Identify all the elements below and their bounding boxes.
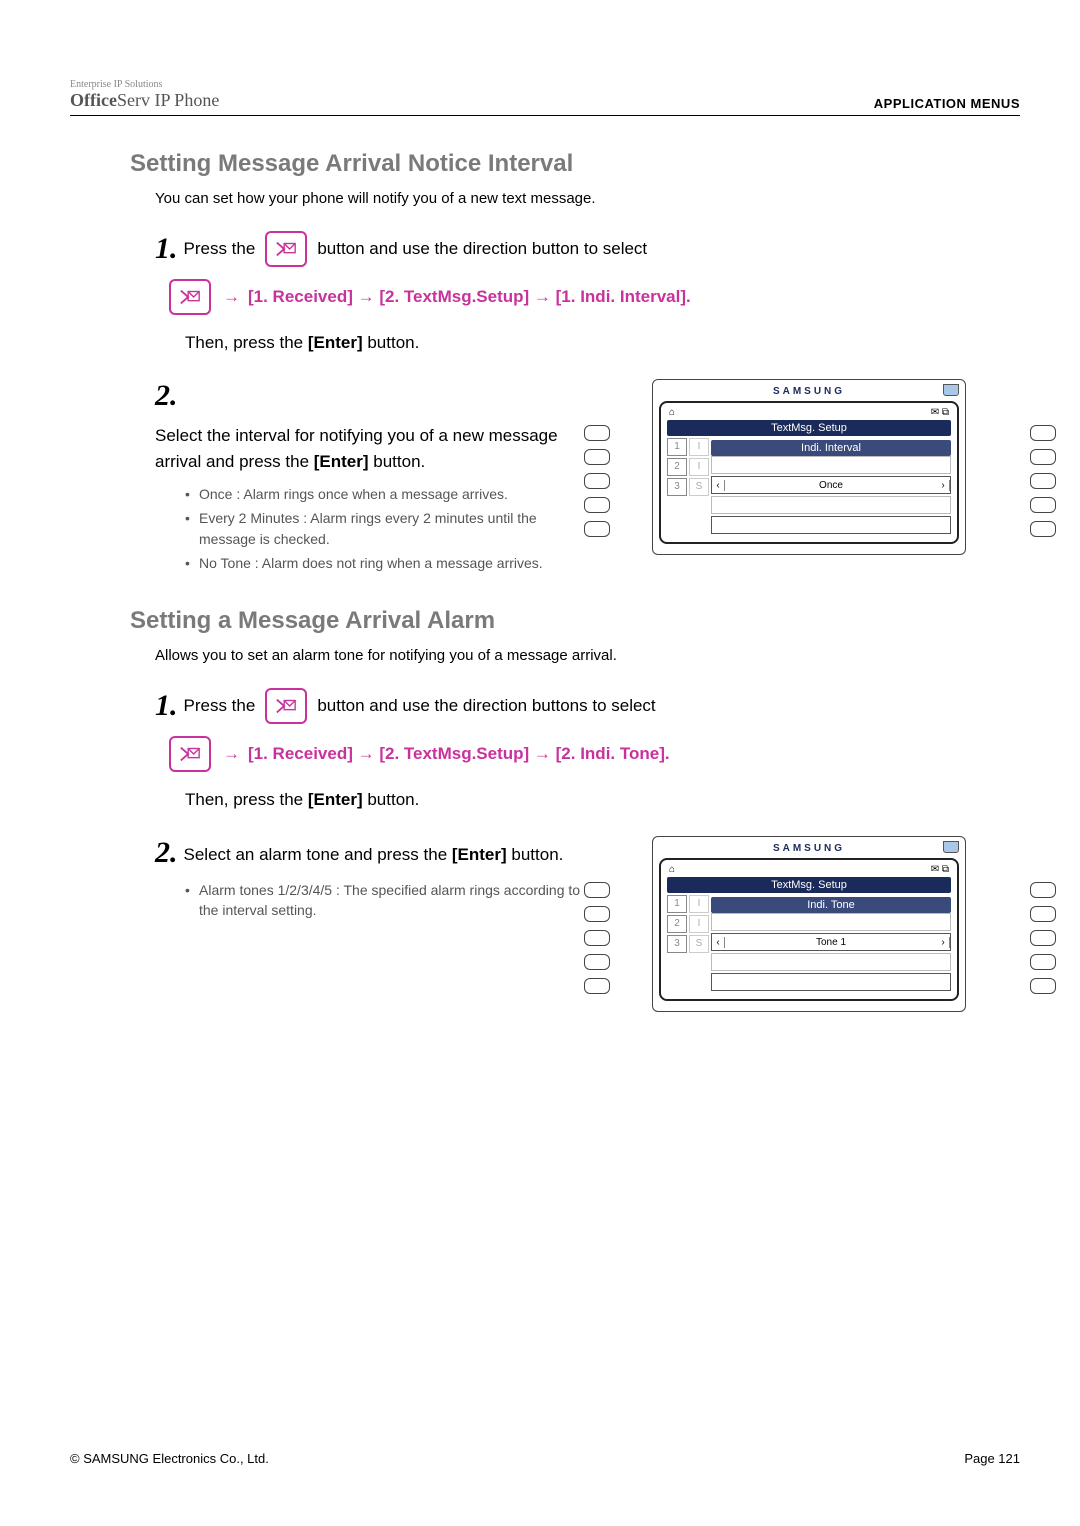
nav-path-text: [1. Received] → [2. TextMsg.Setup] → [1.… (248, 287, 691, 307)
bullet: No Tone : Alarm does not ring when a mes… (185, 553, 588, 573)
section2-step1: 1. Press the button and use the directio… (155, 688, 980, 724)
spinner-right-icon: › (937, 937, 950, 948)
screen-subtitle: Indi. Tone (711, 897, 951, 913)
message-button-icon (169, 736, 211, 772)
section1-title: Setting Message Arrival Notice Interval (130, 150, 1020, 178)
enter-label: [Enter] (308, 790, 363, 809)
spinner-left-icon: ‹ (712, 937, 725, 948)
section1-nav-path: → [1. Received] → [2. TextMsg.Setup] → [… (165, 279, 1020, 315)
step1-text-a: Press the (184, 696, 256, 716)
menu-num: 1 (667, 895, 687, 913)
menu-lab: S (689, 935, 709, 953)
menu-num: 1 (667, 438, 687, 456)
message-button-icon (265, 231, 307, 267)
brand-tiny: Enterprise IP Solutions (70, 80, 219, 90)
screen-title: TextMsg. Setup (667, 420, 951, 436)
section1-step2: 2. Select the interval for notifying you… (155, 379, 588, 577)
screen-subtitle: Indi. Interval (711, 440, 951, 456)
then-a: Then, press the (185, 333, 308, 352)
section1-intro: You can set how your phone will notify y… (155, 190, 1020, 207)
home-icon: ⌂ (669, 407, 675, 418)
spinner-left-icon: ‹ (712, 480, 725, 491)
header-section: APPLICATION MENUS (874, 96, 1020, 111)
selected-value: Once (725, 480, 937, 491)
enter-label: [Enter] (452, 845, 507, 864)
step-number-1: 1. (155, 689, 178, 723)
brand-rest: Serv (117, 90, 150, 110)
brand-bold: Office (70, 90, 117, 110)
step2-c: button. (507, 845, 564, 864)
section2-title: Setting a Message Arrival Alarm (130, 607, 1020, 635)
section1-step1: 1. Press the button and use the directio… (155, 231, 980, 267)
device-brand: SAMSUNG (659, 843, 959, 854)
mail-icons: ✉ ⧉ (931, 864, 949, 875)
device-brand: SAMSUNG (659, 386, 959, 397)
brand: Enterprise IP Solutions OfficeServ IP Ph… (70, 80, 219, 111)
enter-label: [Enter] (314, 452, 369, 471)
device-nub (943, 384, 959, 396)
menu-num: 3 (667, 478, 687, 496)
page-footer: © SAMSUNG Electronics Co., Ltd. Page 121 (70, 1451, 1020, 1466)
screen-title: TextMsg. Setup (667, 877, 951, 893)
section2-step2: 2. Select an alarm tone and press the [E… (155, 836, 588, 925)
menu-num: 3 (667, 935, 687, 953)
step-number-2: 2. (155, 379, 178, 413)
copyright: © SAMSUNG Electronics Co., Ltd. (70, 1451, 269, 1466)
menu-lab: I (689, 458, 709, 476)
bullet: Every 2 Minutes : Alarm rings every 2 mi… (185, 508, 588, 549)
section2-nav-path: → [1. Received] → [2. TextMsg.Setup] → [… (165, 736, 1020, 772)
section2-then: Then, press the [Enter] button. (185, 790, 1020, 810)
bullet: Alarm tones 1/2/3/4/5 : The specified al… (185, 880, 588, 921)
step1-text-b: button and use the direction button to s… (317, 239, 647, 259)
mail-icons: ✉ ⧉ (931, 407, 949, 418)
menu-lab: I (689, 438, 709, 456)
device-illustration-1: SAMSUNG ⌂ ✉ ⧉ TextMsg. Setup 1 2 3 I I (618, 379, 1020, 555)
device-illustration-2: SAMSUNG ⌂ ✉ ⧉ TextMsg. Setup 1 2 3 I I (618, 836, 1020, 1012)
then-a: Then, press the (185, 790, 308, 809)
then-c: button. (363, 333, 420, 352)
nav-path-text: [1. Received] → [2. TextMsg.Setup] → [2.… (248, 744, 670, 764)
section1-then: Then, press the [Enter] button. (185, 333, 1020, 353)
selected-value: Tone 1 (725, 937, 937, 948)
step2-c: button. (369, 452, 426, 471)
enter-label: [Enter] (308, 333, 363, 352)
page-number: Page 121 (964, 1451, 1020, 1466)
section1-bullets: Once : Alarm rings once when a message a… (185, 484, 588, 573)
message-button-icon (169, 279, 211, 315)
message-button-icon (265, 688, 307, 724)
device-nub (943, 841, 959, 853)
menu-lab: I (689, 915, 709, 933)
home-icon: ⌂ (669, 864, 675, 875)
step2-a: Select an alarm tone and press the (184, 845, 452, 864)
spinner-right-icon: › (937, 480, 950, 491)
step-number-1: 1. (155, 232, 178, 266)
menu-lab: S (689, 478, 709, 496)
section2-bullets: Alarm tones 1/2/3/4/5 : The specified al… (185, 880, 588, 921)
step1-text-b: button and use the direction buttons to … (317, 696, 655, 716)
bullet: Once : Alarm rings once when a message a… (185, 484, 588, 504)
step1-text-a: Press the (184, 239, 256, 259)
menu-num: 2 (667, 915, 687, 933)
section2-intro: Allows you to set an alarm tone for noti… (155, 647, 1020, 664)
then-c: button. (363, 790, 420, 809)
menu-lab: I (689, 895, 709, 913)
step-number-2: 2. (155, 836, 178, 870)
brand-tail: IP Phone (150, 90, 219, 110)
page-header: Enterprise IP Solutions OfficeServ IP Ph… (70, 80, 1020, 116)
menu-num: 2 (667, 458, 687, 476)
